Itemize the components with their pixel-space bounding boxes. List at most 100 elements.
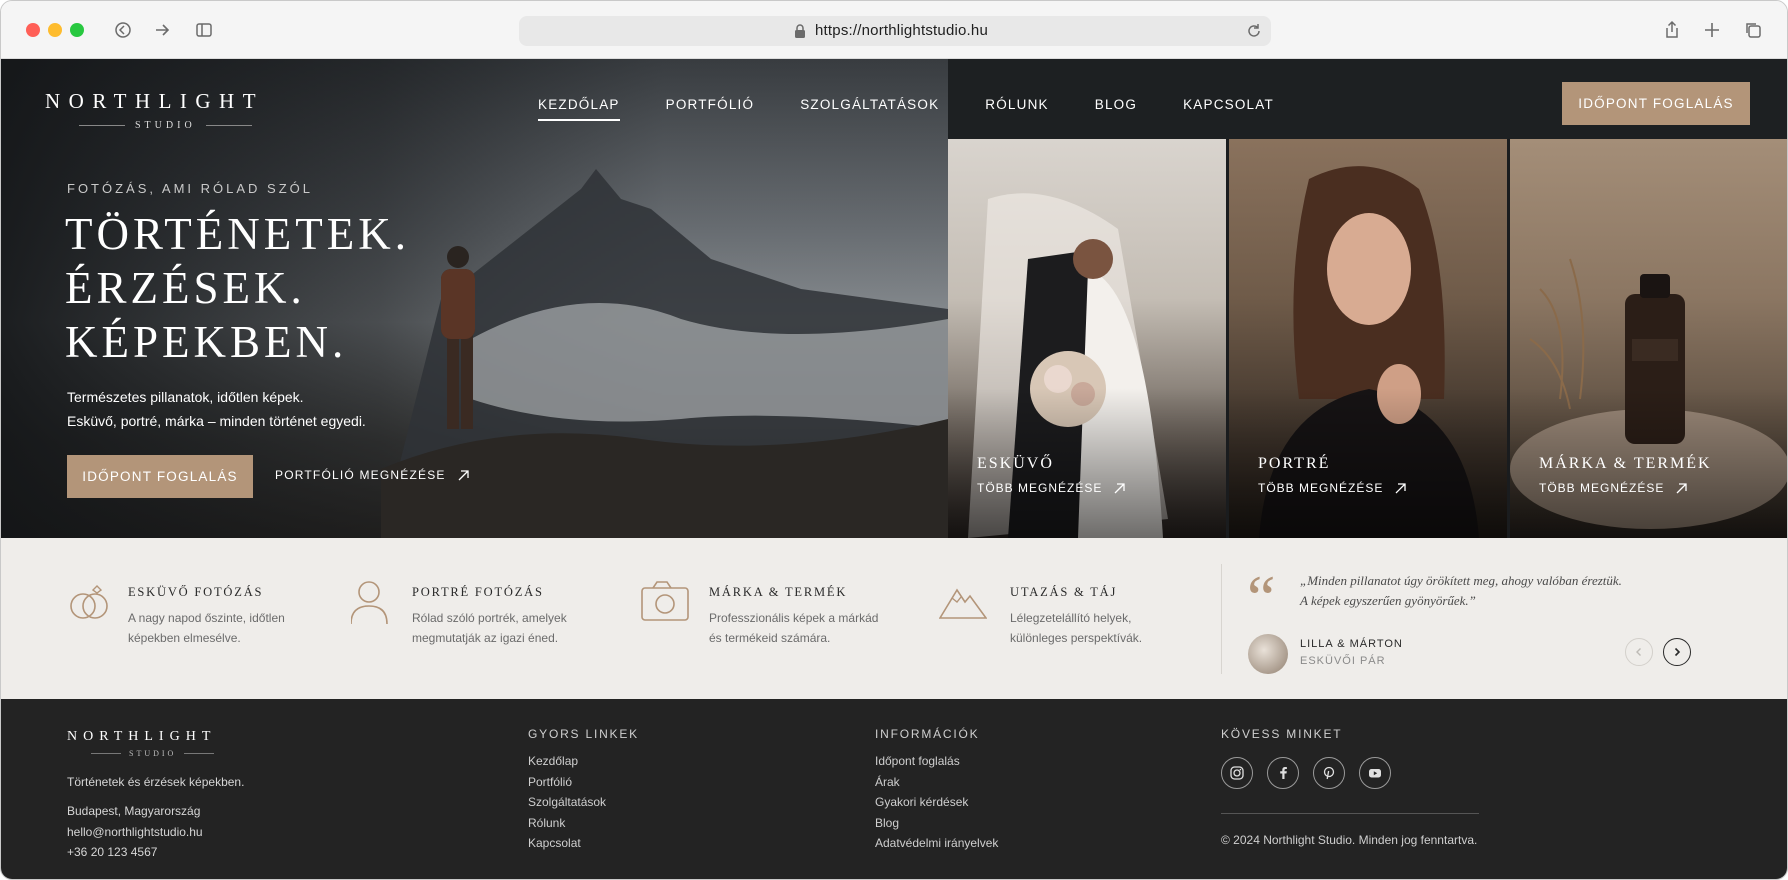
back-icon[interactable] [112, 19, 134, 41]
logo-wordmark: NORTHLIGHT [45, 89, 265, 113]
footer-link[interactable]: Időpont foglalás [875, 751, 998, 772]
arrow-up-right-icon [1114, 482, 1126, 493]
hero-headline: TÖRTÉNETEK. ÉRZÉSEK. KÉPEKBEN. [65, 207, 410, 369]
camera-icon [641, 581, 689, 621]
footer-link[interactable]: Rólunk [528, 813, 639, 834]
social-links [1221, 757, 1391, 789]
mountain-icon [939, 588, 987, 619]
minimize-window-button[interactable] [48, 23, 62, 37]
arrow-up-right-icon [1395, 482, 1407, 493]
footer-logo[interactable]: NORTHLIGHT STUDIO [67, 729, 216, 758]
address-bar[interactable]: https://northlightstudio.hu [519, 16, 1271, 46]
headline-line: ÉRZÉSEK. [65, 263, 306, 313]
testimonial-author: LILLA & MÁRTON [1300, 638, 1403, 650]
service-title: ESKÜVŐ FOTÓZÁS [128, 585, 264, 599]
category-more-link[interactable]: TÖBB MEGNÉZÉSE [977, 481, 1126, 495]
nav-item-home[interactable]: KEZDŐLAP [538, 97, 620, 121]
email-link[interactable]: hello@northlightstudio.hu [67, 822, 203, 843]
arrow-up-right-icon [458, 469, 469, 480]
forward-icon[interactable] [151, 19, 173, 41]
nav-item-blog[interactable]: BLOG [1095, 97, 1137, 112]
category-card-portrait[interactable]: PORTRÉ TÖBB MEGNÉZÉSE [1229, 139, 1507, 538]
nav-item-portfolio[interactable]: PORTFÓLIÓ [666, 97, 755, 112]
portfolio-link[interactable]: PORTFÓLIÓ MEGNÉZÉSE [275, 468, 469, 482]
footer-link[interactable]: Portfólió [528, 772, 639, 793]
category-card-wedding[interactable]: ESKÜVŐ TÖBB MEGNÉZÉSE [948, 139, 1226, 538]
footer-link[interactable]: Blog [875, 813, 998, 834]
rings-icon [70, 585, 108, 619]
more-link-label: TÖBB MEGNÉZÉSE [1258, 481, 1384, 495]
nav-item-services[interactable]: SZOLGÁLTATÁSOK [800, 97, 939, 112]
footer-heading: GYORS LINKEK [528, 727, 639, 741]
address: Budapest, Magyarország [67, 804, 201, 818]
follow-section: KÖVESS MINKET [1221, 727, 1342, 751]
more-link-label: TÖBB MEGNÉZÉSE [1539, 481, 1665, 495]
url-text[interactable]: https://northlightstudio.hu [815, 22, 988, 39]
header-booking-button[interactable]: IDŐPONT FOGLALÁS [1562, 82, 1750, 125]
services-strip: ESKÜVŐ FOTÓZÁS A nagy napod őszinte, idő… [1, 538, 1787, 699]
service-description: Professzionális képek a márkád és terméke… [709, 611, 879, 645]
hero-booking-button[interactable]: IDŐPONT FOGLALÁS [67, 455, 253, 498]
pinterest-icon[interactable] [1313, 757, 1345, 789]
portfolio-link-label: PORTFÓLIÓ MEGNÉZÉSE [275, 468, 446, 482]
footer-link[interactable]: Adatvédelmi irányelvek [875, 833, 998, 854]
info-links: INFORMÁCIÓK Időpont foglalás Árak Gyakor… [875, 727, 998, 854]
hero-eyebrow: FOTÓZÁS, AMI RÓLAD SZÓL [67, 181, 313, 196]
category-title: MÁRKA & TERMÉK [1539, 455, 1712, 472]
tab-overview-icon[interactable] [1742, 19, 1764, 41]
more-link-label: TÖBB MEGNÉZÉSE [977, 481, 1103, 495]
category-more-link[interactable]: TÖBB MEGNÉZÉSE [1539, 481, 1688, 495]
zoom-window-button[interactable] [70, 23, 84, 37]
hero-subtitle-line: Természetes pillanatok, időtlen képek. [67, 389, 304, 405]
footer-tagline: Történetek és érzések képekben. [67, 775, 245, 789]
service-title: PORTRÉ FOTÓZÁS [412, 585, 544, 599]
footer-contact: Budapest, Magyarország hello@northlights… [67, 801, 203, 863]
mountain-photo [381, 169, 948, 538]
prev-testimonial-button[interactable] [1625, 638, 1653, 666]
quick-links: GYORS LINKEK Kezdőlap Portfólió Szolgált… [528, 727, 639, 854]
headline-line: TÖRTÉNETEK. [65, 209, 410, 259]
service-description: Rólad szóló portrék, amelyek megmutatják … [412, 611, 567, 645]
close-window-button[interactable] [26, 23, 40, 37]
instagram-icon[interactable] [1221, 757, 1253, 789]
footer-link[interactable]: Szolgáltatások [528, 792, 639, 813]
arrow-up-right-icon [1676, 482, 1688, 493]
service-title: MÁRKA & TERMÉK [709, 585, 848, 599]
chevron-left-icon [1636, 648, 1641, 656]
nav-item-about[interactable]: RÓLUNK [985, 97, 1048, 112]
quote-icon: “ [1247, 562, 1276, 633]
hero-subtitle-line: Esküvő, portré, márka – minden történet … [67, 413, 366, 429]
next-testimonial-button[interactable] [1663, 638, 1691, 666]
reload-icon[interactable] [1245, 22, 1263, 40]
nav-item-contact[interactable]: KAPCSOLAT [1183, 97, 1274, 112]
category-title: ESKÜVŐ [977, 455, 1054, 472]
new-tab-icon[interactable] [1701, 19, 1723, 41]
sidebar-toggle-icon[interactable] [193, 19, 215, 41]
youtube-icon[interactable] [1359, 757, 1391, 789]
person-icon [351, 581, 388, 624]
category-more-link[interactable]: TÖBB MEGNÉZÉSE [1258, 481, 1407, 495]
footer-heading: KÖVESS MINKET [1221, 727, 1343, 741]
share-icon[interactable] [1661, 19, 1683, 41]
main-nav: KEZDŐLAP PORTFÓLIÓ SZOLGÁLTATÁSOK RÓLUNK… [538, 97, 1320, 121]
service-description: Lélegzetelállító helyek, különleges persp… [1010, 611, 1143, 645]
logo[interactable]: NORTHLIGHT STUDIO [45, 89, 285, 131]
category-card-brand[interactable]: MÁRKA & TERMÉK TÖBB MEGNÉZÉSE [1510, 139, 1787, 538]
browser-toolbar: https://northlightstudio.hu [1, 1, 1787, 59]
testimonial-quote: „Minden pillanatot úgy örökített meg, ah… [1300, 573, 1622, 608]
service-title: UTAZÁS & TÁJ [1010, 585, 1118, 599]
chevron-right-icon [1674, 647, 1681, 657]
category-title: PORTRÉ [1258, 455, 1331, 472]
facebook-icon[interactable] [1267, 757, 1299, 789]
footer-link[interactable]: Gyakori kérdések [875, 792, 998, 813]
hero-subtitle: Természetes pillanatok, időtlen képek. E… [67, 385, 366, 433]
footer-link[interactable]: Kapcsolat [528, 833, 639, 854]
phone-link[interactable]: +36 20 123 4567 [67, 842, 203, 863]
copyright-text: © 2024 Northlight Studio. Minden jog fen… [1221, 833, 1478, 847]
headline-line: KÉPEKBEN. [65, 317, 348, 367]
service-description: A nagy napod őszinte, időtlen képekben el… [128, 611, 285, 645]
hero-section: NORTHLIGHT STUDIO KEZDŐLAP PORTFÓLIÓ SZO… [1, 59, 1787, 538]
footer: NORTHLIGHT STUDIO Történetek és érzések … [1, 699, 1787, 879]
footer-link[interactable]: Árak [875, 772, 998, 793]
footer-link[interactable]: Kezdőlap [528, 751, 639, 772]
